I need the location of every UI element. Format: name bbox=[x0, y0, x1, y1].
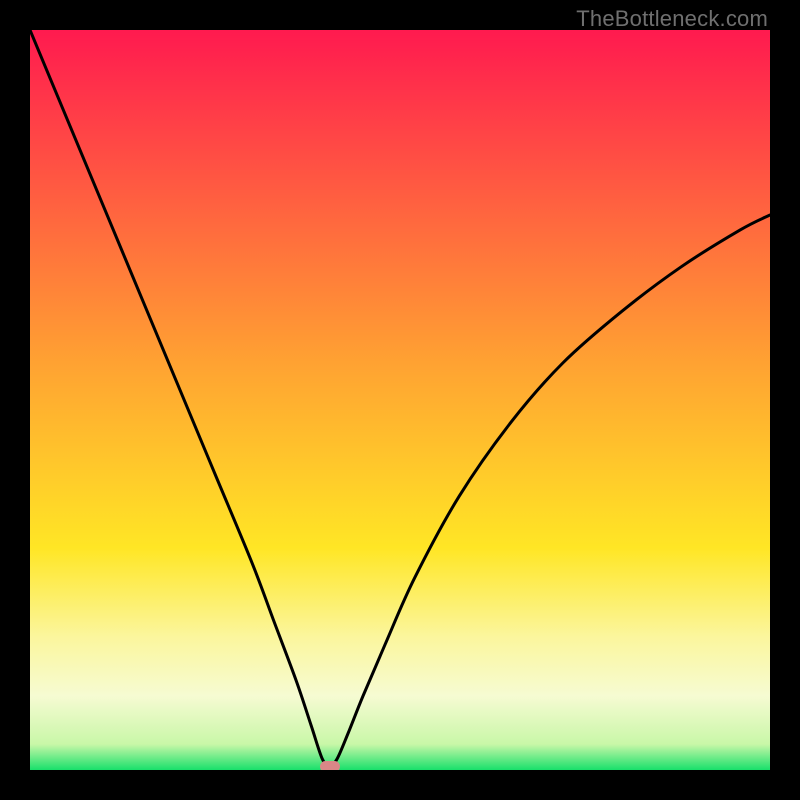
background-gradient bbox=[30, 30, 770, 770]
chart-frame: TheBottleneck.com bbox=[0, 0, 800, 800]
plot-area bbox=[30, 30, 770, 770]
optimal-marker bbox=[320, 761, 340, 770]
watermark-text: TheBottleneck.com bbox=[576, 6, 768, 32]
